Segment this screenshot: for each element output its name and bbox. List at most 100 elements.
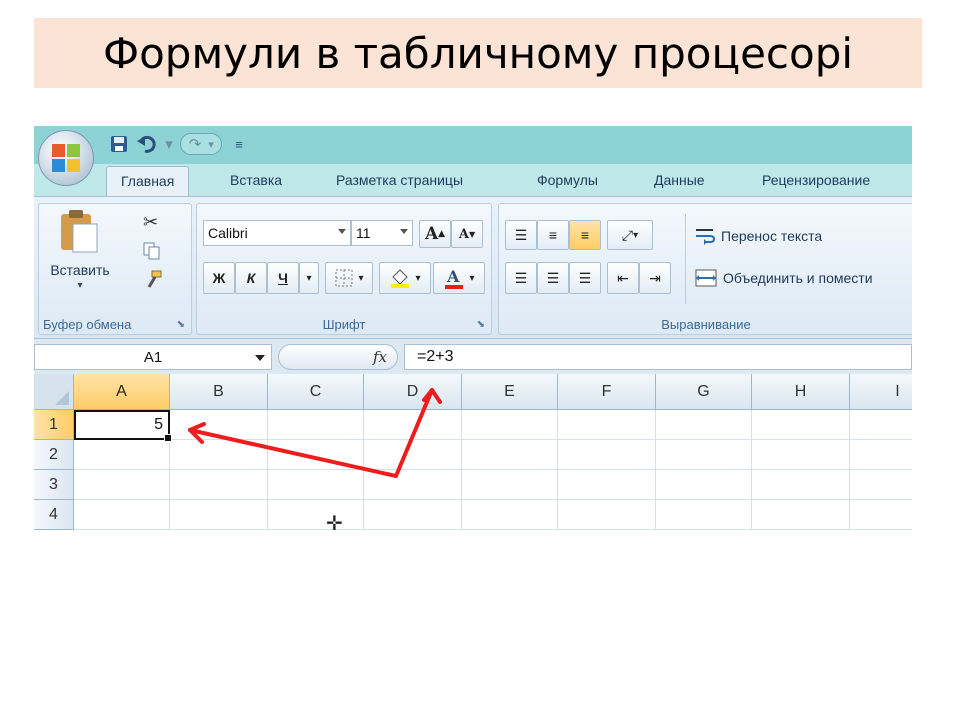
undo-icon[interactable]: [136, 133, 158, 155]
align-left-button[interactable]: ☰: [505, 262, 537, 294]
cell-c2[interactable]: [268, 440, 364, 470]
cell-e1[interactable]: [462, 410, 558, 440]
format-painter-icon[interactable]: [143, 270, 163, 290]
cell-d4[interactable]: [364, 500, 462, 530]
insert-function-button[interactable]: fx: [278, 344, 398, 370]
increase-indent-button[interactable]: ⇥: [639, 262, 671, 294]
paste-button[interactable]: Вставить ▾: [49, 208, 111, 298]
align-center-button[interactable]: ☰: [537, 262, 569, 294]
row-header-1[interactable]: 1: [34, 410, 74, 440]
cell-e3[interactable]: [462, 470, 558, 500]
bold-button[interactable]: Ж: [203, 262, 235, 294]
cell-g4[interactable]: [656, 500, 752, 530]
cell-i3[interactable]: [850, 470, 912, 500]
cell-i4[interactable]: [850, 500, 912, 530]
column-header-h[interactable]: H: [752, 374, 850, 410]
tab-formulas[interactable]: Формулы: [537, 172, 598, 188]
fill-color-button[interactable]: ▾: [379, 262, 431, 294]
ribbon-tabs: Главная Вставка Разметка страницы Формул…: [34, 164, 912, 196]
row-header-2[interactable]: 2: [34, 440, 74, 470]
cell-a3[interactable]: [74, 470, 170, 500]
cell-i2[interactable]: [850, 440, 912, 470]
cell-b1[interactable]: [170, 410, 268, 440]
tab-page-layout[interactable]: Разметка страницы: [336, 172, 463, 188]
cell-i1[interactable]: [850, 410, 912, 440]
cell-h2[interactable]: [752, 440, 850, 470]
cut-icon[interactable]: ✂: [143, 212, 158, 233]
grow-font-button[interactable]: A ▲: [419, 220, 451, 248]
cell-f4[interactable]: [558, 500, 656, 530]
cell-f1[interactable]: [558, 410, 656, 440]
italic-button[interactable]: К: [235, 262, 267, 294]
align-right-button[interactable]: ☰: [569, 262, 601, 294]
customize-qat-icon[interactable]: ≡: [228, 133, 250, 155]
cell-c1[interactable]: [268, 410, 364, 440]
align-middle-button[interactable]: ≡: [537, 220, 569, 250]
font-family-select[interactable]: Calibri: [203, 220, 351, 246]
cell-g3[interactable]: [656, 470, 752, 500]
tab-data[interactable]: Данные: [654, 172, 705, 188]
merge-center-button[interactable]: Объединить и помести: [695, 266, 873, 290]
alignment-group: ☰ ≡ ≡ ⤢ ▾ ☰ ☰ ☰ ⇤ ⇥ Перенос текста Объеди…: [498, 203, 912, 335]
select-all-button[interactable]: [34, 374, 74, 410]
cell-b2[interactable]: [170, 440, 268, 470]
copy-icon[interactable]: [143, 242, 160, 260]
office-logo-icon: [52, 144, 80, 172]
column-header-a[interactable]: A: [74, 374, 170, 410]
name-box[interactable]: A1: [34, 344, 272, 370]
formula-input[interactable]: =2+3: [404, 344, 912, 370]
cell-a4[interactable]: [74, 500, 170, 530]
cell-a1[interactable]: 5: [74, 410, 172, 442]
cell-a2[interactable]: [74, 440, 170, 470]
clipboard-launcher-icon[interactable]: ⬊: [177, 319, 185, 330]
office-button[interactable]: [38, 130, 94, 186]
font-launcher-icon[interactable]: ⬊: [477, 319, 485, 330]
cell-d3[interactable]: [364, 470, 462, 500]
cell-e4[interactable]: [462, 500, 558, 530]
underline-dropdown-icon[interactable]: ▾: [299, 262, 319, 294]
column-header-d[interactable]: D: [364, 374, 462, 410]
cell-f3[interactable]: [558, 470, 656, 500]
underline-button[interactable]: Ч: [267, 262, 299, 294]
column-header-e[interactable]: E: [462, 374, 558, 410]
cell-b3[interactable]: [170, 470, 268, 500]
column-header-i[interactable]: I: [850, 374, 912, 410]
orientation-button[interactable]: ⤢ ▾: [607, 220, 653, 250]
column-header-b[interactable]: B: [170, 374, 268, 410]
borders-button[interactable]: ▾: [325, 262, 373, 294]
undo-dropdown-icon[interactable]: ▾: [164, 133, 174, 155]
cell-h1[interactable]: [752, 410, 850, 440]
cell-g2[interactable]: [656, 440, 752, 470]
row-header-4[interactable]: 4: [34, 500, 74, 530]
formula-bar: A1 fx =2+3: [34, 338, 912, 375]
cell-c3[interactable]: [268, 470, 364, 500]
tab-insert[interactable]: Вставка: [230, 172, 282, 188]
cell-g1[interactable]: [656, 410, 752, 440]
column-header-g[interactable]: G: [656, 374, 752, 410]
font-color-button[interactable]: A ▾: [433, 262, 485, 294]
align-bottom-button[interactable]: ≡: [569, 220, 601, 250]
grow-font-label: A: [424, 224, 439, 244]
font-family-value: Calibri: [208, 225, 248, 241]
column-header-c[interactable]: C: [268, 374, 364, 410]
row-header-3[interactable]: 3: [34, 470, 74, 500]
column-header-f[interactable]: F: [558, 374, 656, 410]
tab-review[interactable]: Рецензирование: [762, 172, 870, 188]
cell-b4[interactable]: [170, 500, 268, 530]
font-size-select[interactable]: 11: [351, 220, 413, 246]
redo-button[interactable]: ↷ ▾: [180, 133, 222, 155]
cell-h4[interactable]: [752, 500, 850, 530]
cell-f2[interactable]: [558, 440, 656, 470]
cell-h3[interactable]: [752, 470, 850, 500]
cell-c4[interactable]: [268, 500, 364, 530]
align-top-button[interactable]: ☰: [505, 220, 537, 250]
cell-e2[interactable]: [462, 440, 558, 470]
cell-d1[interactable]: [364, 410, 462, 440]
decrease-indent-button[interactable]: ⇤: [607, 262, 639, 294]
font-size-value: 11: [356, 225, 371, 241]
tab-home[interactable]: Главная: [106, 166, 190, 196]
cell-d2[interactable]: [364, 440, 462, 470]
shrink-font-button[interactable]: A ▼: [451, 220, 483, 248]
save-icon[interactable]: [108, 133, 130, 155]
wrap-text-button[interactable]: Перенос текста: [695, 224, 822, 248]
